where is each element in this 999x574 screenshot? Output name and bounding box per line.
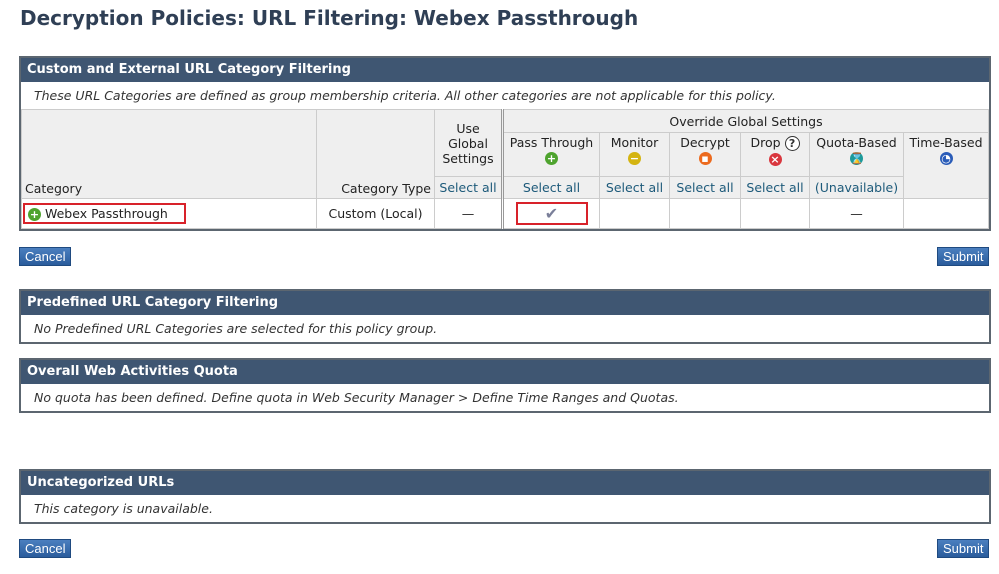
section-header: Uncategorized URLs: [21, 471, 989, 496]
help-icon[interactable]: ?: [784, 136, 800, 151]
select-all-decrypt[interactable]: Select all: [676, 180, 733, 195]
plus-icon: +: [28, 208, 41, 221]
section-note: These URL Categories are defined as grou…: [34, 88, 776, 103]
section-note: No quota has been defined. Define quota …: [34, 390, 679, 405]
check-icon: ✔: [544, 204, 559, 223]
quota-unavailable: (Unavailable): [809, 176, 904, 199]
section-note: This category is unavailable.: [34, 501, 213, 516]
submit-button-bottom[interactable]: Submit: [937, 539, 990, 558]
page-title: Decryption Policies: URL Filtering: Webe…: [20, 6, 639, 30]
select-all-monitor[interactable]: Select all: [606, 180, 663, 195]
time-cell[interactable]: [903, 198, 989, 229]
category-table: Category Category Type Use Global Settin…: [21, 109, 989, 229]
drop-cell[interactable]: [740, 198, 810, 229]
decrypt-cell[interactable]: [669, 198, 741, 229]
predefined-section: Predefined URL Category Filtering No Pre…: [19, 289, 991, 344]
use-global-cell[interactable]: —: [434, 198, 503, 229]
col-override: Override Global Settings: [501, 109, 989, 133]
section-header: Overall Web Activities Quota: [21, 360, 989, 385]
col-monitor: Monitor: [610, 135, 659, 150]
section-header: Custom and External URL Category Filteri…: [21, 58, 989, 83]
x-icon: ×: [768, 153, 782, 166]
cancel-button[interactable]: Cancel: [19, 247, 72, 266]
uncategorized-section: Uncategorized URLs This category is unav…: [19, 469, 991, 524]
col-category: Category: [21, 109, 317, 199]
quota-cell: —: [809, 198, 904, 229]
custom-category-section: Custom and External URL Category Filteri…: [19, 56, 991, 231]
col-decrypt: Decrypt: [680, 135, 730, 150]
clock-icon: ◔: [939, 152, 953, 165]
pass-through-checkbox[interactable]: ✔: [515, 202, 588, 225]
col-quota-based: Quota-Based: [816, 135, 897, 150]
col-time-based: Time-Based: [909, 135, 983, 150]
table-row: + Webex Passthrough Custom (Local) — ✔ —: [21, 198, 989, 229]
select-all-pass-through[interactable]: Select all: [523, 180, 580, 195]
cancel-button-bottom[interactable]: Cancel: [19, 539, 72, 558]
submit-button[interactable]: Submit: [937, 247, 990, 266]
section-note: No Predefined URL Categories are selecte…: [34, 321, 438, 336]
select-all-drop[interactable]: Select all: [746, 180, 803, 195]
unlock-icon: ▪: [698, 152, 712, 165]
quota-section: Overall Web Activities Quota No quota ha…: [19, 358, 991, 413]
col-use-global: Use Global Settings: [434, 109, 503, 177]
category-type: Custom (Local): [316, 198, 435, 229]
plus-icon: +: [545, 152, 558, 165]
col-category-type: Category Type: [316, 109, 435, 199]
select-all-global[interactable]: Select all: [439, 180, 496, 195]
col-pass-through: Pass Through: [509, 135, 594, 150]
monitor-icon: −: [628, 152, 641, 165]
hourglass-icon: ⌛: [850, 152, 864, 165]
category-name: Webex Passthrough: [44, 206, 168, 221]
col-drop: Drop: [750, 135, 781, 150]
section-header: Predefined URL Category Filtering: [21, 291, 989, 316]
monitor-cell[interactable]: [599, 198, 670, 229]
